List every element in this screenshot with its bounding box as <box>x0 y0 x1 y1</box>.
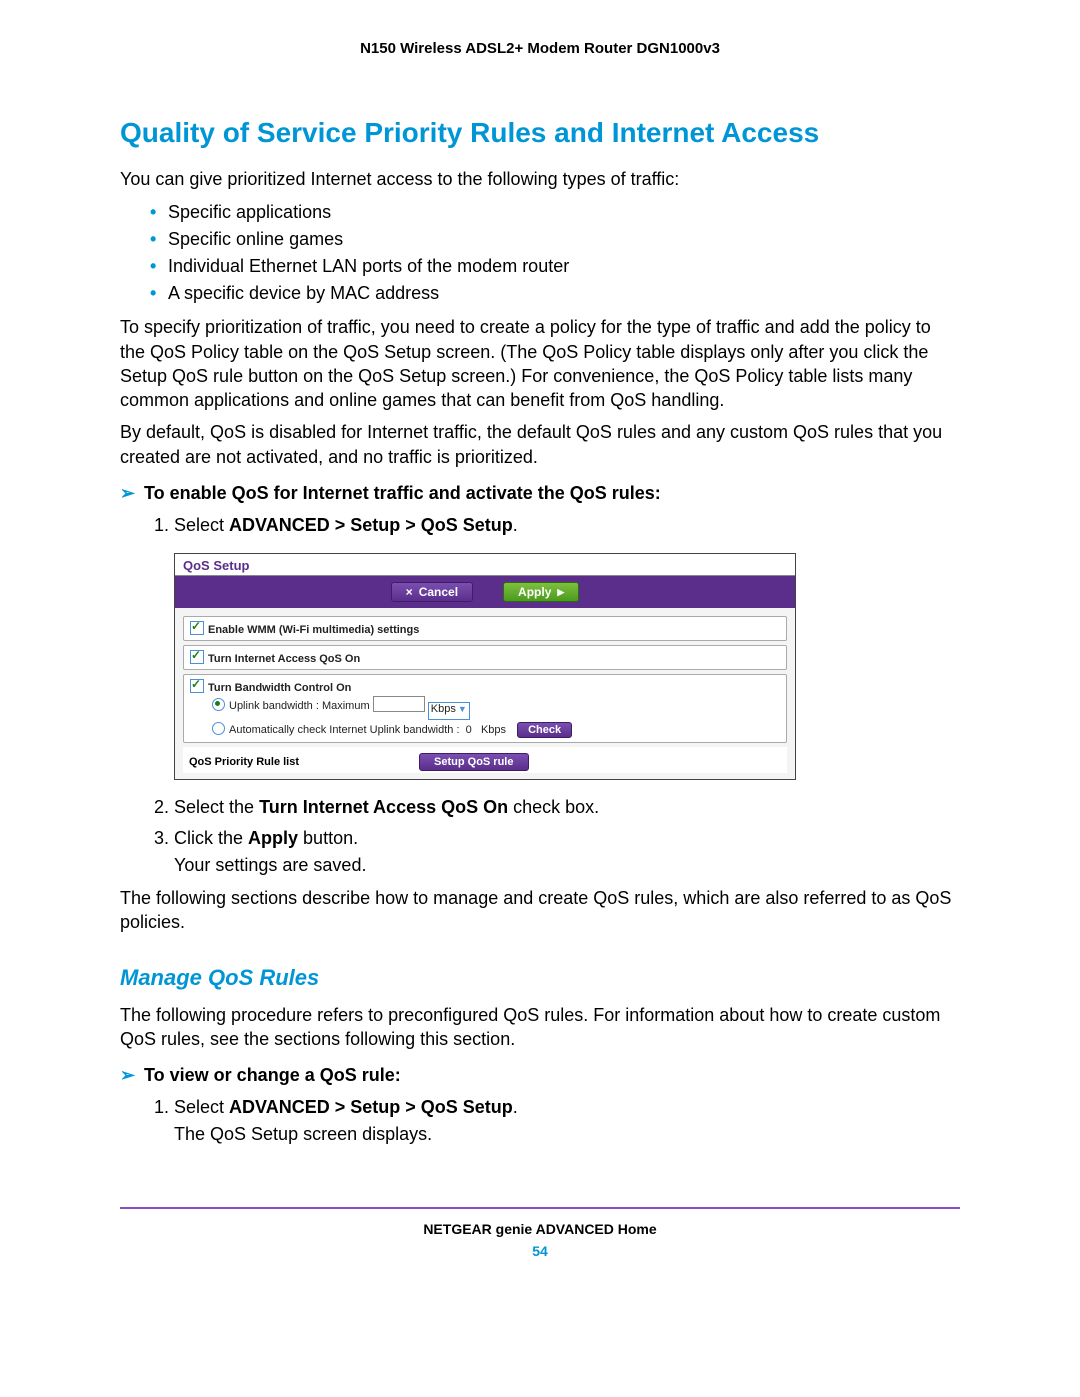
checkbox-icon[interactable] <box>190 679 204 693</box>
traffic-types-list: Specific applications Specific online ga… <box>120 199 960 307</box>
arrow-icon: ➢ <box>120 1065 144 1086</box>
body-paragraph: To specify prioritization of traffic, yo… <box>120 315 960 412</box>
radio-icon[interactable] <box>212 698 225 711</box>
internet-qos-row[interactable]: Turn Internet Access QoS On <box>183 645 787 670</box>
arrow-icon: ➢ <box>120 483 144 504</box>
enable-wmm-row[interactable]: Enable WMM (Wi-Fi multimedia) settings <box>183 616 787 641</box>
footer-text: NETGEAR genie ADVANCED Home <box>120 1221 960 1237</box>
setup-qos-rule-button[interactable]: Setup QoS rule <box>419 753 528 771</box>
panel-button-bar: ×Cancel Apply▶ <box>175 576 795 608</box>
body-paragraph: The following sections describe how to m… <box>120 886 960 935</box>
checkbox-icon[interactable] <box>190 650 204 664</box>
play-icon: ▶ <box>557 587 564 598</box>
body-paragraph: The following procedure refers to precon… <box>120 1003 960 1052</box>
close-icon: × <box>406 585 413 599</box>
checkbox-icon[interactable] <box>190 621 204 635</box>
cancel-button[interactable]: ×Cancel <box>391 582 473 602</box>
step-item: Select the Turn Internet Access QoS On c… <box>174 794 960 821</box>
unit-select[interactable]: Kbps▼ <box>428 702 470 720</box>
procedure-heading: ➢To enable QoS for Internet traffic and … <box>120 483 960 504</box>
radio-icon[interactable] <box>212 722 225 735</box>
apply-button[interactable]: Apply▶ <box>503 582 579 602</box>
footer-rule <box>120 1207 960 1209</box>
chevron-down-icon: ▼ <box>458 704 467 714</box>
document-header: N150 Wireless ADSL2+ Modem Router DGN100… <box>120 40 960 57</box>
priority-rule-label: QoS Priority Rule list <box>189 756 299 768</box>
list-item: Specific online games <box>150 226 960 253</box>
list-item: A specific device by MAC address <box>150 280 960 307</box>
uplink-input[interactable] <box>373 696 425 712</box>
body-paragraph: By default, QoS is disabled for Internet… <box>120 420 960 469</box>
page-title: Quality of Service Priority Rules and In… <box>120 117 960 149</box>
page-number: 54 <box>120 1243 960 1259</box>
panel-title: QoS Setup <box>175 554 795 576</box>
step-item: Select ADVANCED > Setup > QoS Setup. The… <box>174 1094 960 1147</box>
list-item: Individual Ethernet LAN ports of the mod… <box>150 253 960 280</box>
bandwidth-control-row: Turn Bandwidth Control On Uplink bandwid… <box>183 674 787 743</box>
step-item: Select ADVANCED > Setup > QoS Setup. <box>174 512 960 539</box>
section-heading: Manage QoS Rules <box>120 965 960 991</box>
qos-setup-screenshot: QoS Setup ×Cancel Apply▶ Enable WMM (Wi-… <box>174 553 796 780</box>
intro-paragraph: You can give prioritized Internet access… <box>120 167 960 191</box>
step-result: The QoS Setup screen displays. <box>174 1121 960 1147</box>
list-item: Specific applications <box>150 199 960 226</box>
step-result: Your settings are saved. <box>174 852 960 878</box>
check-button[interactable]: Check <box>517 722 572 738</box>
procedure-heading: ➢To view or change a QoS rule: <box>120 1065 960 1086</box>
step-item: Click the Apply button. Your settings ar… <box>174 825 960 878</box>
